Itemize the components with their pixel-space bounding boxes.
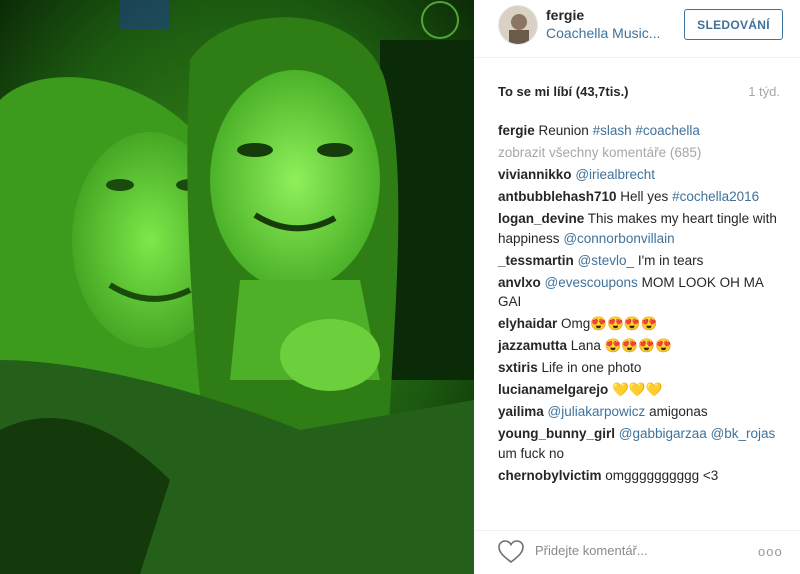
comment-text: omgggggggggg <3 (605, 467, 719, 483)
post-stats: To se mi líbí (43,7tis.) 1 týd. (498, 84, 780, 99)
comment-text: Omg😍😍😍😍 (561, 316, 658, 332)
comment-text: Life in one photo (541, 360, 642, 376)
view-all-comments-link[interactable]: zobrazit všechny komentáře (685) (498, 143, 780, 163)
comment: _tessmartin @stevlo_ I'm in tears (498, 251, 780, 271)
comment: sxtiris Life in one photo (498, 358, 780, 378)
hashtag[interactable]: #slash (593, 123, 632, 138)
comment: viviannikko @iriealbrecht (498, 165, 780, 185)
comment: elyhaidar Omg😍😍😍😍 (498, 314, 780, 334)
post-time[interactable]: 1 týd. (748, 84, 780, 99)
comment-username[interactable]: yailima (498, 404, 544, 419)
comment-username[interactable]: _tessmartin (498, 253, 574, 268)
comment: chernobylvictim omgggggggggg <3 (498, 466, 780, 486)
post-location[interactable]: Coachella Music... (546, 25, 666, 41)
comment-text: Lana 😍😍😍😍 (570, 338, 672, 354)
comment-username[interactable]: lucianamelgarejo (498, 382, 608, 397)
comment-text: amigonas (649, 404, 708, 420)
post-header: fergie Coachella Music... SLEDOVÁNÍ (474, 0, 800, 58)
comment: young_bunny_girl @gabbigarzaa @bk_rojas … (498, 424, 780, 463)
user-avatar[interactable] (498, 5, 538, 45)
comment-text: I'm in tears (637, 252, 704, 268)
comment-input[interactable] (535, 543, 735, 558)
mention[interactable]: @stevlo_ (578, 253, 634, 268)
comment-username[interactable]: jazzamutta (498, 338, 567, 353)
comment-text: Hell yes (620, 188, 669, 204)
comment: yailima @juliakarpowicz amigonas (498, 402, 780, 422)
comment-username[interactable]: viviannikko (498, 167, 572, 182)
caption-username[interactable]: fergie (498, 123, 535, 138)
hashtag[interactable]: #coachella (635, 123, 700, 138)
comment-username[interactable]: antbubblehash710 (498, 189, 617, 204)
mention[interactable]: @connorbonvillain (563, 231, 674, 246)
comment-username[interactable]: elyhaidar (498, 316, 557, 331)
heart-outline-icon[interactable] (498, 540, 524, 564)
mention[interactable]: @gabbigarzaa (619, 426, 707, 441)
comment-bar: ooo (474, 530, 800, 574)
comment-username[interactable]: anvlxo (498, 275, 541, 290)
comments-list: fergie Reunion #slash #coachella zobrazi… (498, 121, 780, 488)
comment: logan_devine This makes my heart tingle … (498, 209, 780, 248)
mention[interactable]: @bk_rojas (711, 426, 776, 441)
comment-text: 💛💛💛 (612, 382, 663, 398)
comment: jazzamutta Lana 😍😍😍😍 (498, 336, 780, 356)
more-options-icon[interactable]: ooo (758, 544, 783, 559)
post-photo[interactable] (0, 0, 474, 574)
comment: antbubblehash710 Hell yes #cochella2016 (498, 187, 780, 207)
likes-count[interactable]: To se mi líbí (43,7tis.) (498, 84, 629, 99)
comment-text: um fuck no (498, 445, 565, 461)
mention[interactable]: @juliakarpowicz (548, 404, 646, 419)
comment-username[interactable]: young_bunny_girl (498, 426, 615, 441)
comment-username[interactable]: logan_devine (498, 211, 584, 226)
header-username[interactable]: fergie (546, 7, 584, 23)
hashtag[interactable]: #cochella2016 (672, 189, 759, 204)
mention[interactable]: @evescoupons (545, 275, 638, 290)
comment: anvlxo @evescoupons MOM LOOK OH MA GAI (498, 273, 780, 312)
follow-button[interactable]: SLEDOVÁNÍ (684, 9, 783, 40)
comment-username[interactable]: sxtiris (498, 360, 538, 375)
caption-text: Reunion (538, 123, 589, 138)
comment: lucianamelgarejo 💛💛💛 (498, 380, 780, 400)
post-sidebar: fergie Coachella Music... SLEDOVÁNÍ To s… (474, 0, 800, 574)
caption: fergie Reunion #slash #coachella (498, 121, 780, 141)
comment-username[interactable]: chernobylvictim (498, 468, 602, 483)
mention[interactable]: @iriealbrecht (575, 167, 655, 182)
